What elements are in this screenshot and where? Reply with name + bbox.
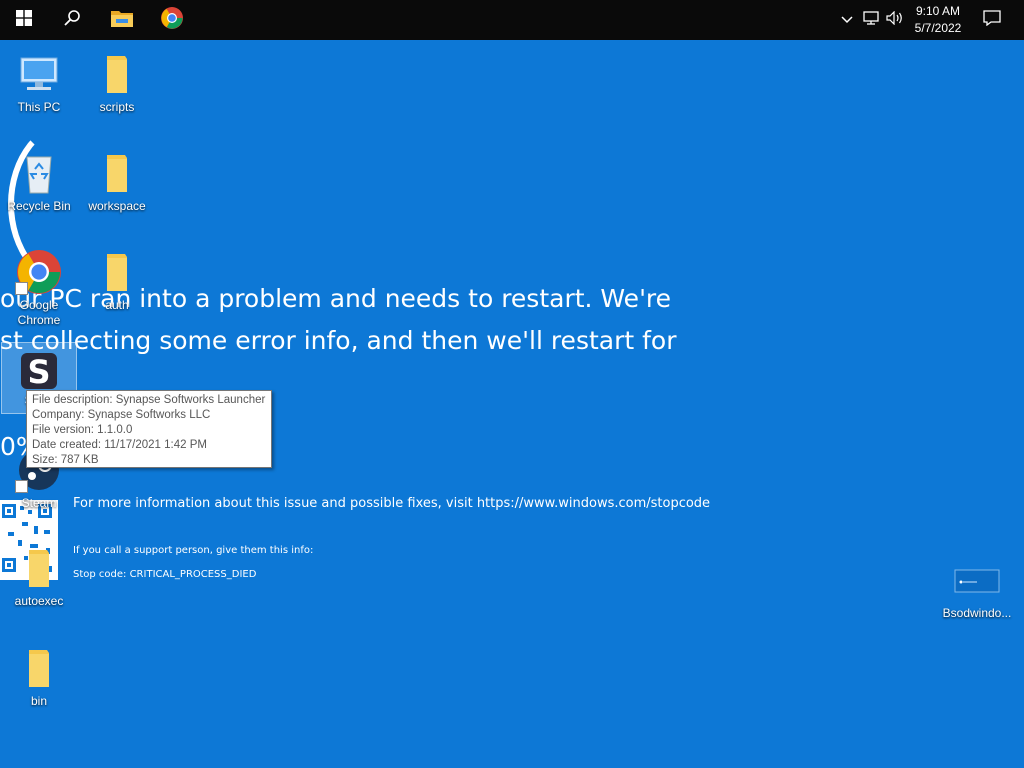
desktop-icon-label: Google Chrome <box>17 298 61 327</box>
desktop-icon-label: autoexec <box>14 594 64 608</box>
file-info-tooltip: File description: Synapse Softworks Laun… <box>26 390 272 468</box>
tray-network[interactable] <box>860 0 882 40</box>
bsod-app-icon <box>953 556 1001 604</box>
folder-icon <box>110 8 134 33</box>
svg-text:S: S <box>27 353 50 391</box>
folder-icon <box>15 644 63 692</box>
folder-icon <box>93 50 141 98</box>
windows-logo-icon <box>16 9 32 31</box>
tooltip-created: Date created: 11/17/2021 1:42 PM <box>32 439 207 451</box>
desktop-icon-autoexec[interactable]: autoexec <box>1 538 77 610</box>
desktop-icon-bin[interactable]: bin <box>1 638 77 710</box>
tray-volume[interactable] <box>884 0 906 40</box>
desktop-icon-label: scripts <box>99 100 135 114</box>
desktop-icon-label: Steam <box>21 496 57 510</box>
clock-date: 5/7/2022 <box>914 21 962 35</box>
folder-icon <box>93 248 141 296</box>
bsod-support-text: If you call a support person, give them … <box>73 545 314 556</box>
desktop-icon-recycle-bin[interactable]: Recycle Bin <box>1 143 77 215</box>
shortcut-arrow-icon <box>15 480 28 493</box>
desktop-icon-label: Bsodwindo... <box>942 606 1012 620</box>
taskbar-chrome[interactable] <box>148 0 196 40</box>
taskbar: 9:10 AM 5/7/2022 <box>0 0 1024 40</box>
desktop-icon-label: Recycle Bin <box>7 199 71 213</box>
start-button[interactable] <box>0 0 48 40</box>
network-icon <box>863 10 879 30</box>
tooltip-company: Company: Synapse Softworks LLC <box>32 409 211 421</box>
desktop-icon-bsodwindows[interactable]: Bsodwindo... <box>934 550 1020 622</box>
search-button[interactable] <box>48 0 96 40</box>
chrome-icon <box>160 6 184 35</box>
bsod-message-line2: st collecting some error info, and then … <box>0 326 677 355</box>
notification-button[interactable] <box>976 0 1008 40</box>
desktop-icon-label: workspace <box>88 199 146 213</box>
desktop-icon-workspace[interactable]: workspace <box>79 143 155 215</box>
clock-time: 9:10 AM <box>915 4 961 18</box>
notification-icon <box>983 9 1001 31</box>
shortcut-arrow-icon <box>15 282 28 295</box>
tooltip-size: Size: 787 KB <box>32 454 99 466</box>
volume-icon <box>886 10 904 30</box>
taskbar-file-explorer[interactable] <box>98 0 146 40</box>
tooltip-description: File description: Synapse Softworks Laun… <box>32 394 266 406</box>
chevron-up-icon <box>841 11 853 29</box>
tooltip-version: File version: 1.1.0.0 <box>32 424 133 436</box>
bsod-more-info: For more information about this issue an… <box>73 496 711 511</box>
desktop-icon-auth[interactable]: auth <box>79 242 155 314</box>
desktop-icon-this-pc[interactable]: This PC <box>1 44 77 116</box>
computer-icon <box>15 50 63 98</box>
desktop-icon-label: auth <box>105 298 129 312</box>
recycle-bin-icon <box>15 149 63 197</box>
folder-icon <box>15 544 63 592</box>
search-icon <box>63 9 81 32</box>
tray-chevron[interactable] <box>838 0 856 40</box>
bsod-stop-code: Stop code: CRITICAL_PROCESS_DIED <box>73 569 257 580</box>
desktop-icon-google-chrome[interactable]: Google Chrome <box>1 242 77 327</box>
desktop-icon-label: This PC <box>17 100 61 114</box>
taskbar-clock[interactable]: 9:10 AM 5/7/2022 <box>906 3 970 37</box>
synapse-s-icon: S <box>15 347 63 395</box>
desktop-icon-scripts[interactable]: scripts <box>79 44 155 116</box>
desktop-icon-label: bin <box>30 694 47 708</box>
folder-icon <box>93 149 141 197</box>
